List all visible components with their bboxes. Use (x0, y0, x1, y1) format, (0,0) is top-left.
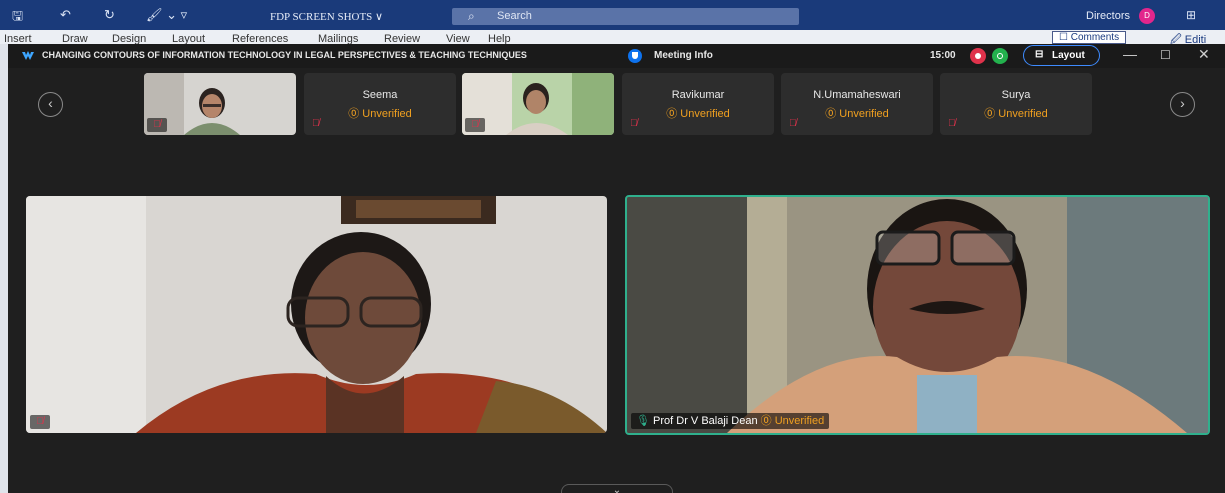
speaker-name: Prof Dr V Balaji Dean (653, 415, 758, 427)
previous-page-button[interactable]: ‹ (38, 92, 63, 117)
layout-label: Layout (1052, 50, 1085, 61)
participant-name: Ravikumar (671, 89, 725, 101)
mic-muted-icon: 🎙̸ (465, 118, 485, 132)
participant-video (26, 196, 607, 433)
comments-button[interactable]: ☐ Comments (1052, 31, 1127, 44)
format-painter-icon[interactable]: 🖌 ⌄ ▿ (146, 7, 187, 23)
word-left-margin (0, 44, 8, 493)
unverified-status: ⓪ Unverified (781, 105, 933, 121)
mic-muted-icon: 🎙̸ (312, 118, 320, 129)
search-icon: ⌕ (468, 9, 475, 23)
mic-muted-icon: 🎙̸ (30, 415, 50, 429)
mic-muted-icon: 🎙̸ (789, 118, 797, 129)
speaker-name-tag: 🎙 Prof Dr V Balaji Dean ⓪ Unverified (631, 413, 830, 429)
tab-design[interactable]: Design (112, 33, 146, 44)
tab-mailings[interactable]: Mailings (318, 33, 358, 44)
zoom-window: CHANGING CONTOURS OF INFORMATION TECHNOL… (8, 44, 1225, 493)
unverified-icon: ⓪ (825, 108, 837, 120)
participant-video-tile[interactable]: 🎙̸ (144, 73, 296, 135)
tab-draw[interactable]: Draw (62, 33, 88, 44)
unverified-status: ⓪ Unverified (304, 105, 456, 121)
participant-tile-ravikumar[interactable]: Ravikumar ⓪ Unverified 🎙̸ (622, 73, 774, 135)
mic-on-icon: 🎙 (636, 415, 650, 427)
toolbar-toggle-handle[interactable]: ⌄ (561, 484, 673, 493)
tab-review[interactable]: Review (384, 33, 420, 44)
tab-help[interactable]: Help (488, 33, 511, 44)
participant-name: Seema (362, 89, 398, 101)
close-icon[interactable]: ✕ (1198, 46, 1210, 63)
unverified-status: ⓪ Unverified (622, 105, 774, 121)
save-icon[interactable]: 🖫 (12, 7, 23, 29)
participant-tile-surya[interactable]: Surya ⓪ Unverified 🎙̸ (940, 73, 1092, 135)
speaker-status: Unverified (774, 415, 825, 427)
unverified-icon: ⓪ (984, 108, 996, 120)
status-label: Unverified (998, 108, 1048, 120)
elapsed-time: 15:00 (930, 50, 956, 61)
unverified-status: ⓪ Unverified (940, 105, 1092, 121)
tab-layout[interactable]: Layout (172, 33, 205, 44)
participant-video-tile[interactable]: 🎙̸ (462, 73, 614, 135)
mic-muted-icon: 🎙̸ (147, 118, 167, 132)
next-page-button[interactable]: › (1170, 92, 1195, 117)
participant-name: Surya (1001, 89, 1031, 101)
meeting-info-button[interactable]: Meeting Info (654, 50, 713, 61)
active-speaker-video-tile[interactable]: 🎙 Prof Dr V Balaji Dean ⓪ Unverified (625, 195, 1210, 435)
undo-icon[interactable]: ↶ (60, 7, 71, 23)
status-label: Unverified (680, 108, 730, 120)
shield-icon[interactable] (628, 49, 642, 63)
avatar[interactable]: D (1139, 8, 1155, 24)
search-box[interactable]: ⌕ Search (452, 8, 799, 25)
unverified-icon: ⓪ (760, 415, 772, 427)
participant-name: N.Umamaheswari (813, 89, 901, 101)
ribbon-tabs: Insert Draw Design Layout References Mai… (0, 30, 1225, 44)
participant-video (627, 197, 1208, 433)
unverified-icon: ⓪ (348, 108, 360, 120)
maximize-icon[interactable]: ☐ (1160, 48, 1171, 62)
meeting-logo-icon (22, 51, 34, 60)
layout-button[interactable]: ⊟ Layout (1023, 45, 1100, 66)
redo-icon[interactable]: ↻ (104, 7, 115, 23)
account-name[interactable]: Directors (1086, 10, 1130, 22)
status-label: Unverified (839, 108, 889, 120)
tab-view[interactable]: View (446, 33, 470, 44)
mic-muted-icon: 🎙̸ (630, 118, 638, 129)
unverified-icon: ⓪ (666, 108, 678, 120)
participant-tile-seema[interactable]: Seema ⓪ Unverified 🎙̸ (304, 73, 456, 135)
live-icon[interactable] (992, 48, 1008, 64)
chevron-down-icon: ⌄ (612, 485, 622, 493)
main-video-tile[interactable]: 🎙̸ (26, 196, 607, 433)
search-placeholder: Search (497, 10, 532, 22)
mic-muted-icon: 🎙̸ (948, 118, 956, 129)
minimize-icon[interactable]: — (1123, 46, 1137, 62)
status-label: Unverified (362, 108, 412, 120)
participant-tile-n-umamaheswari[interactable]: N.Umamaheswari ⓪ Unverified 🎙̸ (781, 73, 933, 135)
word-title-bar: 🖫 ↶ ↻ 🖌 ⌄ ▿ FDP SCREEN SHOTS ∨ ⌕ Search … (0, 0, 1225, 30)
tab-references[interactable]: References (232, 33, 288, 44)
record-icon[interactable] (970, 48, 986, 64)
screen: 🖫 ↶ ↻ 🖌 ⌄ ▿ FDP SCREEN SHOTS ∨ ⌕ Search … (0, 0, 1225, 493)
tab-insert[interactable]: Insert (4, 33, 32, 44)
meeting-title: CHANGING CONTOURS OF INFORMATION TECHNOL… (42, 50, 527, 60)
document-title[interactable]: FDP SCREEN SHOTS ∨ (270, 10, 383, 23)
zoom-header: CHANGING CONTOURS OF INFORMATION TECHNOL… (8, 44, 1225, 68)
ribbon-display-icon[interactable]: ⊞ (1186, 8, 1196, 22)
layout-icon: ⊟ (1035, 49, 1044, 60)
